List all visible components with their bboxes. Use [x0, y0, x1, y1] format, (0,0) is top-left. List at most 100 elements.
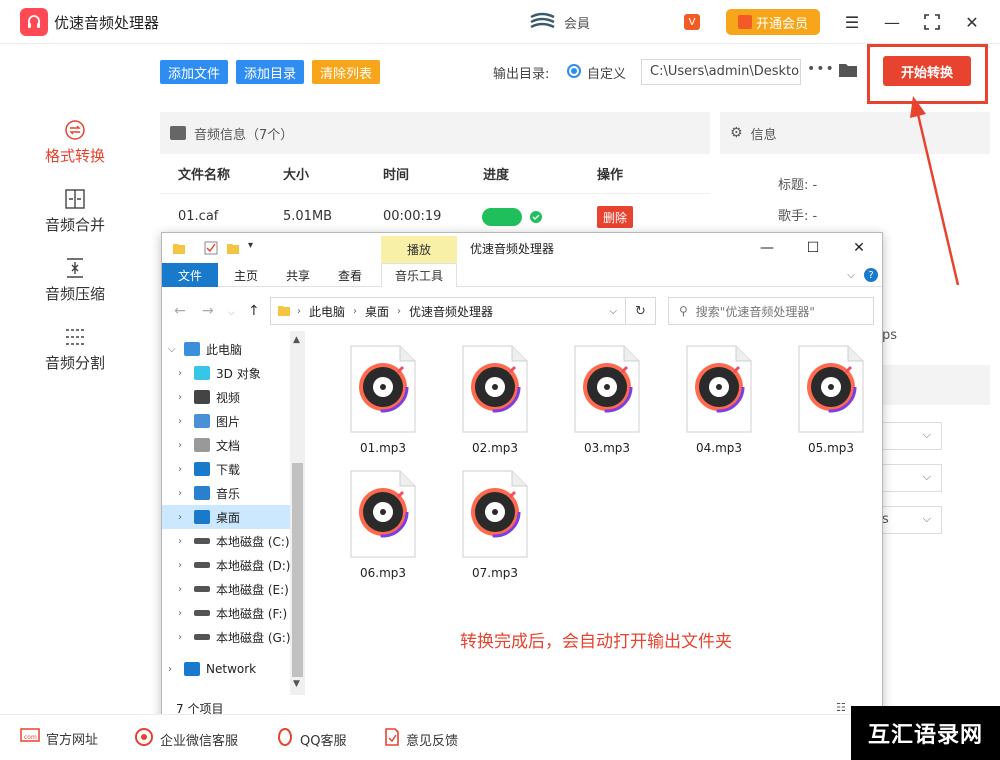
forward-icon[interactable]: →: [202, 303, 214, 319]
chevron-right-icon[interactable]: ›: [178, 560, 182, 571]
chevron-right-icon[interactable]: ›: [178, 368, 182, 379]
scroll-down-icon[interactable]: ▼: [293, 679, 300, 689]
minimize-icon[interactable]: —: [752, 237, 782, 259]
add-directory-button[interactable]: 添加目录: [236, 60, 305, 84]
sidebar-item-format-convert[interactable]: 格式转换: [0, 112, 150, 172]
chevron-right-icon[interactable]: ›: [178, 536, 182, 547]
back-icon[interactable]: ←: [174, 303, 186, 319]
qq-icon: [276, 728, 294, 750]
footer-link-website[interactable]: com 官方网址: [20, 728, 98, 748]
maximize-icon[interactable]: [920, 10, 944, 34]
sidebar-item-label: 音频压缩: [44, 284, 105, 303]
footer-link-wecom[interactable]: 企业微信客服: [134, 728, 238, 750]
setting-select[interactable]: s ⌵: [882, 506, 942, 534]
tree-item[interactable]: › 本地磁盘 (F:): [162, 601, 304, 625]
tree-item[interactable]: › 本地磁盘 (G:): [162, 625, 304, 649]
menu-icon[interactable]: ☰: [840, 10, 864, 34]
browse-more-button[interactable]: •••: [807, 61, 835, 77]
chevron-right-icon[interactable]: ›: [178, 632, 182, 643]
tab-file[interactable]: 文件: [162, 263, 218, 287]
setting-select[interactable]: ⌵: [882, 464, 942, 492]
tree-item[interactable]: › 本地磁盘 (D:): [162, 553, 304, 577]
up-icon[interactable]: ↑: [248, 303, 260, 319]
file-item[interactable]: 02.mp3: [450, 345, 540, 467]
settings-header-strip: [882, 365, 990, 405]
chevron-right-icon[interactable]: ›: [168, 664, 172, 675]
audio-file-icon: [350, 470, 416, 558]
open-folder-icon[interactable]: [838, 61, 858, 83]
breadcrumb-item[interactable]: 优速音频处理器: [409, 303, 493, 320]
close-icon[interactable]: ✕: [960, 10, 984, 34]
audio-file-icon: [350, 345, 416, 433]
tab-music-tools[interactable]: 音乐工具: [381, 263, 457, 287]
file-item[interactable]: 06.mp3: [338, 470, 428, 592]
tree-item[interactable]: › 音乐: [162, 481, 304, 505]
chevron-right-icon[interactable]: ›: [178, 488, 182, 499]
minimize-icon[interactable]: —: [880, 10, 904, 34]
chevron-right-icon[interactable]: ›: [178, 512, 182, 523]
maximize-icon[interactable]: ☐: [798, 237, 828, 259]
chevron-down-icon[interactable]: ⌵: [609, 306, 617, 317]
search-input[interactable]: ⚲ 搜索"优速音频处理器": [668, 297, 874, 325]
file-item[interactable]: 01.mp3: [338, 345, 428, 467]
new-folder-icon[interactable]: [226, 241, 240, 255]
image-icon: [170, 126, 186, 140]
ribbon-expand-icon[interactable]: ⌵: [844, 263, 858, 287]
tree-item[interactable]: › 本地磁盘 (C:): [162, 529, 304, 553]
add-file-button[interactable]: 添加文件: [160, 60, 229, 84]
tab-view[interactable]: 查看: [324, 263, 376, 287]
tree-item[interactable]: › 下载: [162, 457, 304, 481]
file-item[interactable]: 04.mp3: [674, 345, 764, 467]
tree-item[interactable]: › 本地磁盘 (E:): [162, 577, 304, 601]
nav-scrollbar[interactable]: ▲ ▼: [290, 331, 305, 695]
properties-icon[interactable]: [204, 241, 218, 255]
file-item[interactable]: 05.mp3: [786, 345, 876, 467]
tree-item-label: 本地磁盘 (E:): [216, 582, 289, 597]
tree-item[interactable]: ⌵ 此电脑: [162, 337, 304, 361]
vip-button[interactable]: 开通会员: [726, 9, 820, 35]
recent-locations-icon[interactable]: ⌵: [228, 308, 235, 318]
details-view-icon[interactable]: ☷: [836, 701, 846, 714]
tab-share[interactable]: 共享: [274, 263, 322, 287]
chevron-down-icon: ⌵: [922, 428, 931, 441]
tree-item[interactable]: › 3D 对象: [162, 361, 304, 385]
file-item[interactable]: 03.mp3: [562, 345, 652, 467]
custom-radio[interactable]: [567, 64, 581, 78]
address-bar[interactable]: › 此电脑 › 桌面 › 优速音频处理器 ⌵: [270, 297, 626, 325]
footer-link-feedback[interactable]: 意见反馈: [384, 728, 458, 750]
help-icon[interactable]: ?: [863, 263, 879, 287]
setting-select[interactable]: ⌵: [882, 422, 942, 450]
output-path-field[interactable]: C:\Users\admin\Deskto: [641, 59, 801, 85]
breadcrumb-item[interactable]: 桌面: [365, 303, 389, 320]
tree-item[interactable]: › 桌面: [162, 505, 304, 529]
chevron-right-icon[interactable]: ›: [178, 416, 182, 427]
chevron-right-icon[interactable]: ›: [178, 608, 182, 619]
file-item[interactable]: 07.mp3: [450, 470, 540, 592]
scrollbar-thumb[interactable]: [292, 463, 303, 677]
chevron-right-icon[interactable]: ›: [178, 464, 182, 475]
clear-list-button[interactable]: 清除列表: [312, 60, 381, 84]
tree-item-label: 下载: [216, 462, 241, 477]
chevron-right-icon[interactable]: ›: [178, 584, 182, 595]
customize-qa-icon[interactable]: ▾: [248, 240, 262, 254]
tree-item[interactable]: › Network: [162, 657, 304, 681]
chevron-right-icon[interactable]: ›: [178, 440, 182, 451]
delete-button[interactable]: 删除: [597, 206, 634, 228]
tree-item[interactable]: › 文档: [162, 433, 304, 457]
artist-label: 歌手:: [778, 209, 809, 224]
breadcrumb-item[interactable]: 此电脑: [309, 303, 345, 320]
sidebar-item-audio-split[interactable]: 音频分割: [0, 319, 150, 379]
close-icon[interactable]: ✕: [844, 237, 874, 259]
scroll-up-icon[interactable]: ▲: [293, 335, 300, 345]
user-account[interactable]: 会員: [528, 11, 590, 33]
tree-item[interactable]: › 图片: [162, 409, 304, 433]
footer-link-qq[interactable]: QQ客服: [276, 728, 346, 750]
tree-item[interactable]: › 视频: [162, 385, 304, 409]
file-name: 02.mp3: [471, 441, 519, 455]
chevron-right-icon[interactable]: ›: [178, 392, 182, 403]
tab-home[interactable]: 主页: [218, 263, 274, 287]
refresh-icon[interactable]: ↻: [626, 297, 656, 325]
sidebar-item-audio-compress[interactable]: 音频压缩: [0, 250, 150, 310]
sidebar-item-audio-merge[interactable]: 音频合并: [0, 181, 150, 241]
chevron-down-icon[interactable]: ⌵: [168, 344, 176, 355]
